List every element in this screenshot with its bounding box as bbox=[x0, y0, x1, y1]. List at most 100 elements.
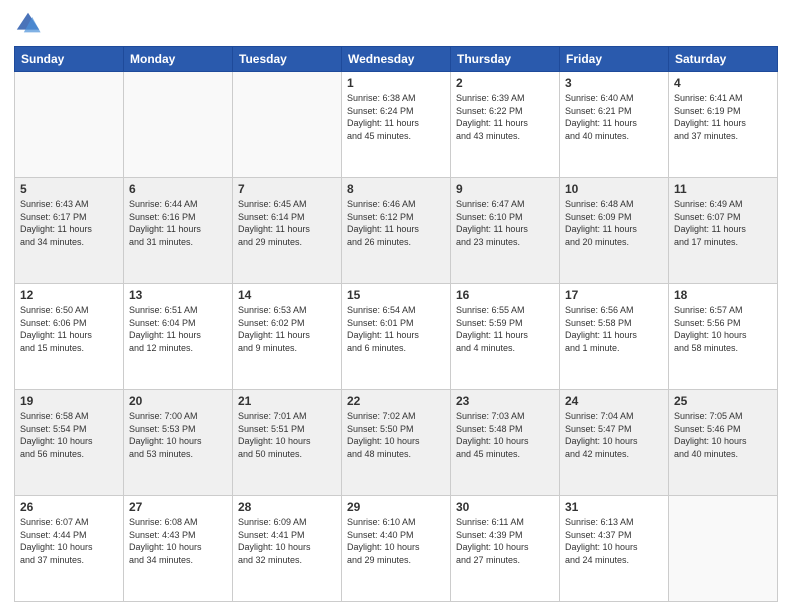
day-number: 19 bbox=[20, 394, 118, 408]
weekday-header-row: SundayMondayTuesdayWednesdayThursdayFrid… bbox=[15, 47, 778, 72]
day-info: Sunrise: 6:10 AM Sunset: 4:40 PM Dayligh… bbox=[347, 516, 445, 566]
calendar-row-0: 1 Sunrise: 6:38 AM Sunset: 6:24 PM Daylig… bbox=[15, 72, 778, 178]
day-number: 13 bbox=[129, 288, 227, 302]
day-number: 7 bbox=[238, 182, 336, 196]
day-number: 2 bbox=[456, 76, 554, 90]
day-number: 11 bbox=[674, 182, 772, 196]
day-info: Sunrise: 7:05 AM Sunset: 5:46 PM Dayligh… bbox=[674, 410, 772, 460]
day-info: Sunrise: 6:56 AM Sunset: 5:58 PM Dayligh… bbox=[565, 304, 663, 354]
weekday-header-wednesday: Wednesday bbox=[342, 47, 451, 72]
weekday-header-sunday: Sunday bbox=[15, 47, 124, 72]
logo bbox=[14, 10, 46, 38]
day-number: 8 bbox=[347, 182, 445, 196]
day-info: Sunrise: 6:07 AM Sunset: 4:44 PM Dayligh… bbox=[20, 516, 118, 566]
calendar-cell: 20 Sunrise: 7:00 AM Sunset: 5:53 PM Dayli… bbox=[124, 390, 233, 496]
calendar-cell: 25 Sunrise: 7:05 AM Sunset: 5:46 PM Dayli… bbox=[669, 390, 778, 496]
day-number: 9 bbox=[456, 182, 554, 196]
calendar-cell: 27 Sunrise: 6:08 AM Sunset: 4:43 PM Dayli… bbox=[124, 496, 233, 602]
page: SundayMondayTuesdayWednesdayThursdayFrid… bbox=[0, 0, 792, 612]
calendar-cell: 18 Sunrise: 6:57 AM Sunset: 5:56 PM Dayli… bbox=[669, 284, 778, 390]
calendar-cell: 31 Sunrise: 6:13 AM Sunset: 4:37 PM Dayli… bbox=[560, 496, 669, 602]
calendar-cell: 5 Sunrise: 6:43 AM Sunset: 6:17 PM Daylig… bbox=[15, 178, 124, 284]
logo-icon bbox=[14, 10, 42, 38]
day-number: 27 bbox=[129, 500, 227, 514]
day-info: Sunrise: 6:46 AM Sunset: 6:12 PM Dayligh… bbox=[347, 198, 445, 248]
day-number: 29 bbox=[347, 500, 445, 514]
calendar-cell: 29 Sunrise: 6:10 AM Sunset: 4:40 PM Dayli… bbox=[342, 496, 451, 602]
calendar-cell: 23 Sunrise: 7:03 AM Sunset: 5:48 PM Dayli… bbox=[451, 390, 560, 496]
day-info: Sunrise: 6:55 AM Sunset: 5:59 PM Dayligh… bbox=[456, 304, 554, 354]
day-info: Sunrise: 6:13 AM Sunset: 4:37 PM Dayligh… bbox=[565, 516, 663, 566]
calendar-cell: 8 Sunrise: 6:46 AM Sunset: 6:12 PM Daylig… bbox=[342, 178, 451, 284]
day-info: Sunrise: 6:45 AM Sunset: 6:14 PM Dayligh… bbox=[238, 198, 336, 248]
calendar-cell: 2 Sunrise: 6:39 AM Sunset: 6:22 PM Daylig… bbox=[451, 72, 560, 178]
calendar-cell: 13Sunrise: 6:51 AM Sunset: 6:04 PM Dayli… bbox=[124, 284, 233, 390]
weekday-header-monday: Monday bbox=[124, 47, 233, 72]
day-number: 26 bbox=[20, 500, 118, 514]
calendar-cell: 4 Sunrise: 6:41 AM Sunset: 6:19 PM Daylig… bbox=[669, 72, 778, 178]
calendar-cell bbox=[233, 72, 342, 178]
day-number: 15 bbox=[347, 288, 445, 302]
day-info: Sunrise: 6:47 AM Sunset: 6:10 PM Dayligh… bbox=[456, 198, 554, 248]
calendar-cell: 7 Sunrise: 6:45 AM Sunset: 6:14 PM Daylig… bbox=[233, 178, 342, 284]
day-number: 10 bbox=[565, 182, 663, 196]
weekday-header-tuesday: Tuesday bbox=[233, 47, 342, 72]
calendar-cell: 19 Sunrise: 6:58 AM Sunset: 5:54 PM Dayli… bbox=[15, 390, 124, 496]
day-info: Sunrise: 6:08 AM Sunset: 4:43 PM Dayligh… bbox=[129, 516, 227, 566]
calendar-cell: 3 Sunrise: 6:40 AM Sunset: 6:21 PM Daylig… bbox=[560, 72, 669, 178]
day-number: 20 bbox=[129, 394, 227, 408]
weekday-header-thursday: Thursday bbox=[451, 47, 560, 72]
day-info: Sunrise: 7:00 AM Sunset: 5:53 PM Dayligh… bbox=[129, 410, 227, 460]
calendar-cell: 22Sunrise: 7:02 AM Sunset: 5:50 PM Dayli… bbox=[342, 390, 451, 496]
calendar-cell: 14 Sunrise: 6:53 AM Sunset: 6:02 PM Dayli… bbox=[233, 284, 342, 390]
day-number: 30 bbox=[456, 500, 554, 514]
calendar-cell: 30 Sunrise: 6:11 AM Sunset: 4:39 PM Dayli… bbox=[451, 496, 560, 602]
day-number: 3 bbox=[565, 76, 663, 90]
day-info: Sunrise: 6:40 AM Sunset: 6:21 PM Dayligh… bbox=[565, 92, 663, 142]
day-info: Sunrise: 6:57 AM Sunset: 5:56 PM Dayligh… bbox=[674, 304, 772, 354]
calendar-cell bbox=[124, 72, 233, 178]
day-number: 25 bbox=[674, 394, 772, 408]
day-number: 5 bbox=[20, 182, 118, 196]
calendar-cell: 16Sunrise: 6:55 AM Sunset: 5:59 PM Dayli… bbox=[451, 284, 560, 390]
calendar-cell: 11 Sunrise: 6:49 AM Sunset: 6:07 PM Dayli… bbox=[669, 178, 778, 284]
day-info: Sunrise: 6:39 AM Sunset: 6:22 PM Dayligh… bbox=[456, 92, 554, 142]
day-info: Sunrise: 6:41 AM Sunset: 6:19 PM Dayligh… bbox=[674, 92, 772, 142]
calendar-cell bbox=[669, 496, 778, 602]
calendar-cell: 15 Sunrise: 6:54 AM Sunset: 6:01 PM Dayli… bbox=[342, 284, 451, 390]
day-number: 1 bbox=[347, 76, 445, 90]
calendar-cell: 1 Sunrise: 6:38 AM Sunset: 6:24 PM Daylig… bbox=[342, 72, 451, 178]
day-info: Sunrise: 6:11 AM Sunset: 4:39 PM Dayligh… bbox=[456, 516, 554, 566]
calendar-table: SundayMondayTuesdayWednesdayThursdayFrid… bbox=[14, 46, 778, 602]
day-info: Sunrise: 6:43 AM Sunset: 6:17 PM Dayligh… bbox=[20, 198, 118, 248]
day-number: 31 bbox=[565, 500, 663, 514]
day-info: Sunrise: 6:44 AM Sunset: 6:16 PM Dayligh… bbox=[129, 198, 227, 248]
day-info: Sunrise: 6:53 AM Sunset: 6:02 PM Dayligh… bbox=[238, 304, 336, 354]
day-number: 14 bbox=[238, 288, 336, 302]
calendar-cell: 26 Sunrise: 6:07 AM Sunset: 4:44 PM Dayli… bbox=[15, 496, 124, 602]
day-info: Sunrise: 6:49 AM Sunset: 6:07 PM Dayligh… bbox=[674, 198, 772, 248]
calendar-cell bbox=[15, 72, 124, 178]
calendar-cell: 10Sunrise: 6:48 AM Sunset: 6:09 PM Dayli… bbox=[560, 178, 669, 284]
day-info: Sunrise: 7:03 AM Sunset: 5:48 PM Dayligh… bbox=[456, 410, 554, 460]
day-number: 17 bbox=[565, 288, 663, 302]
day-number: 23 bbox=[456, 394, 554, 408]
day-info: Sunrise: 6:58 AM Sunset: 5:54 PM Dayligh… bbox=[20, 410, 118, 460]
day-number: 6 bbox=[129, 182, 227, 196]
header bbox=[14, 10, 778, 38]
day-number: 21 bbox=[238, 394, 336, 408]
day-number: 12 bbox=[20, 288, 118, 302]
calendar-cell: 9 Sunrise: 6:47 AM Sunset: 6:10 PM Daylig… bbox=[451, 178, 560, 284]
day-info: Sunrise: 6:54 AM Sunset: 6:01 PM Dayligh… bbox=[347, 304, 445, 354]
calendar-cell: 17 Sunrise: 6:56 AM Sunset: 5:58 PM Dayli… bbox=[560, 284, 669, 390]
day-number: 4 bbox=[674, 76, 772, 90]
day-info: Sunrise: 7:04 AM Sunset: 5:47 PM Dayligh… bbox=[565, 410, 663, 460]
day-number: 18 bbox=[674, 288, 772, 302]
calendar-cell: 6 Sunrise: 6:44 AM Sunset: 6:16 PM Daylig… bbox=[124, 178, 233, 284]
day-info: Sunrise: 6:09 AM Sunset: 4:41 PM Dayligh… bbox=[238, 516, 336, 566]
calendar-cell: 12Sunrise: 6:50 AM Sunset: 6:06 PM Dayli… bbox=[15, 284, 124, 390]
day-info: Sunrise: 7:02 AM Sunset: 5:50 PM Dayligh… bbox=[347, 410, 445, 460]
day-info: Sunrise: 7:01 AM Sunset: 5:51 PM Dayligh… bbox=[238, 410, 336, 460]
calendar-cell: 24Sunrise: 7:04 AM Sunset: 5:47 PM Dayli… bbox=[560, 390, 669, 496]
day-info: Sunrise: 6:38 AM Sunset: 6:24 PM Dayligh… bbox=[347, 92, 445, 142]
